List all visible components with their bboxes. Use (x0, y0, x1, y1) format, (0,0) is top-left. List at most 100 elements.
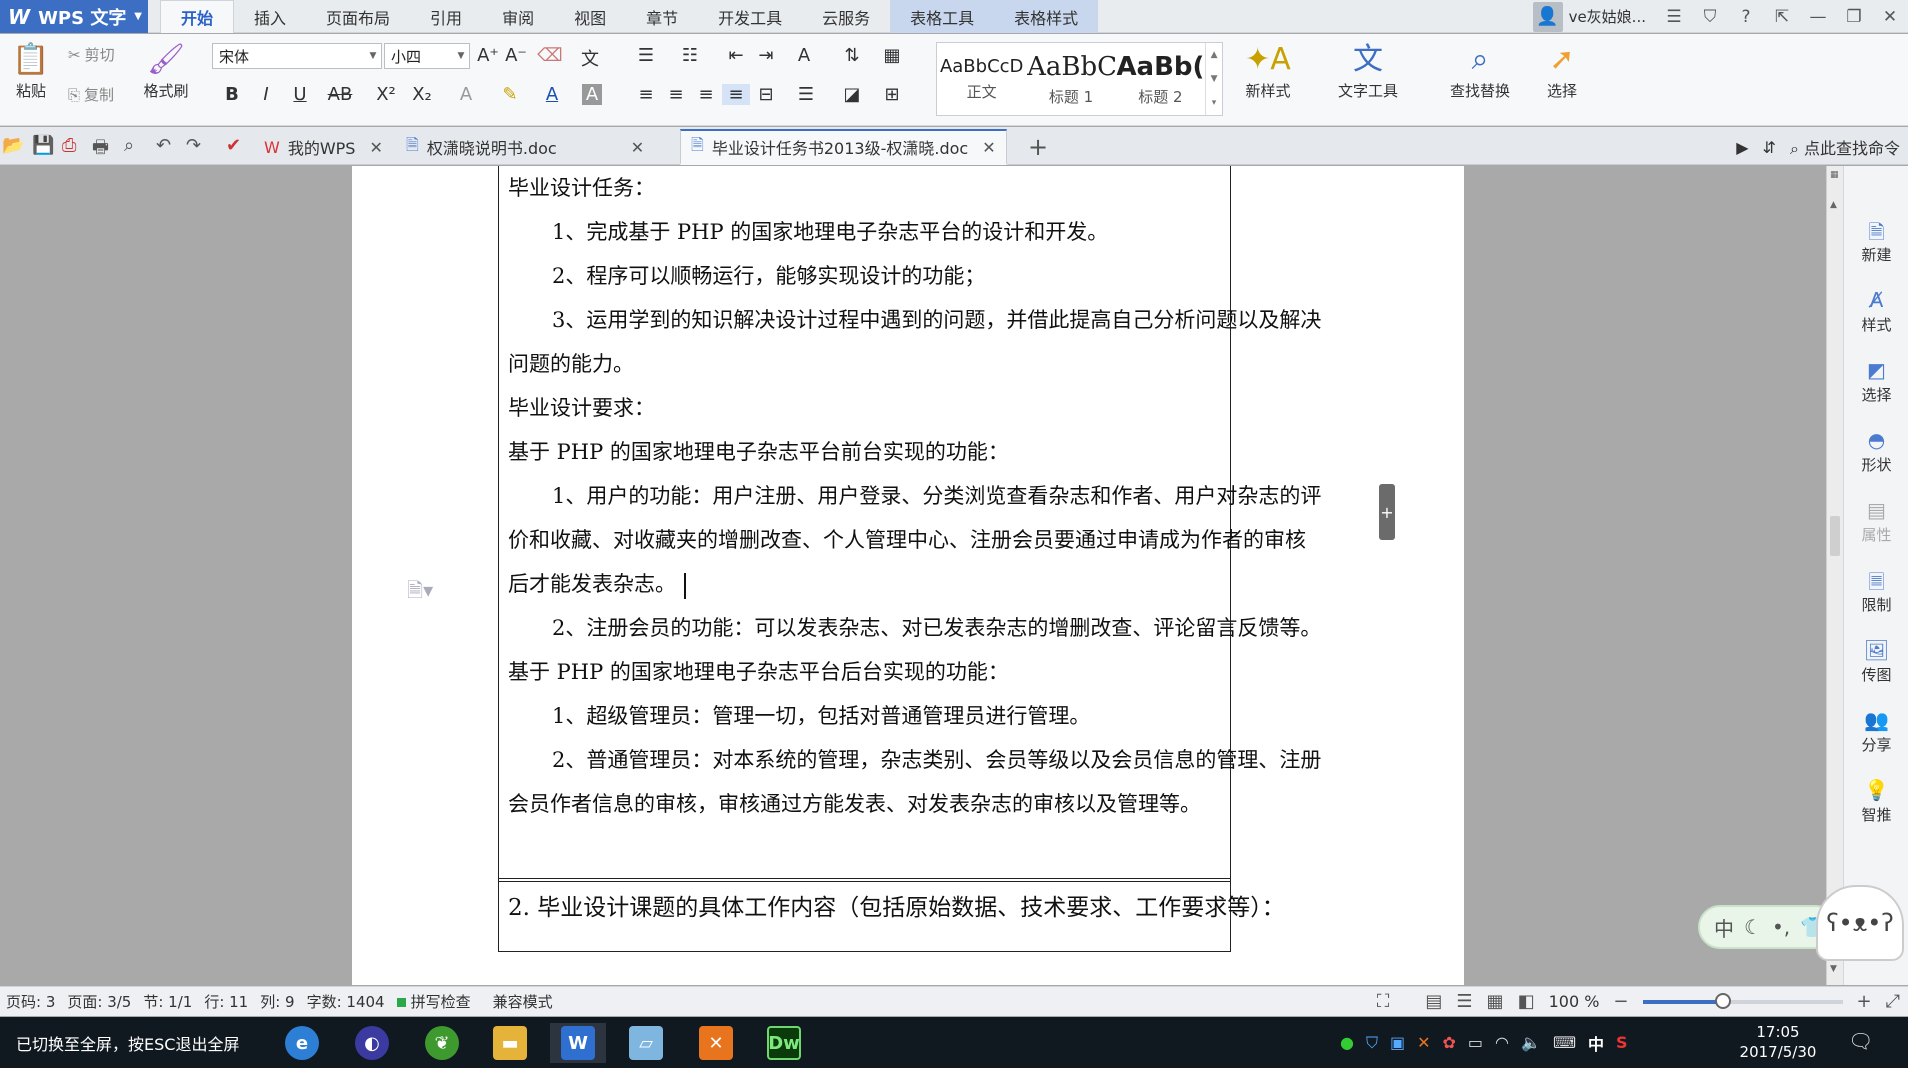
battery-icon[interactable]: ▭ (1468, 1033, 1483, 1052)
table-add-column-handle[interactable]: + (1379, 484, 1395, 540)
tab-my-wps[interactable]: W 我的WPS ✕ (254, 129, 393, 165)
command-search[interactable]: ⌕ 点此查找命令 (1790, 135, 1900, 159)
find-replace-button[interactable]: ⌕ 查找替换 (1438, 40, 1522, 101)
notification-center-icon[interactable]: 🗨 (1848, 1029, 1873, 1053)
font-name-select[interactable]: 宋体 ▼ (212, 43, 382, 69)
pane-share[interactable]: 👥 分享 (1844, 708, 1908, 755)
more-icon[interactable]: ▾ (1212, 98, 1217, 108)
xmind-tray-icon[interactable]: ✕ (1417, 1033, 1430, 1052)
menu-tab-table-tools[interactable]: 表格工具 (890, 0, 995, 33)
close-icon[interactable]: ✕ (369, 138, 382, 157)
menu-tab-developer[interactable]: 开发工具 (698, 0, 802, 33)
shield-icon[interactable]: ⛉ (1366, 1033, 1378, 1053)
fullscreen-view-icon[interactable]: ⛶ (1377, 991, 1390, 1012)
bold-icon[interactable]: B (218, 84, 246, 105)
zoom-slider[interactable] (1642, 992, 1843, 1009)
taskbar-eclipse[interactable]: ◐ (344, 1023, 400, 1063)
menu-tab-view[interactable]: 视图 (554, 0, 626, 33)
sogou-icon[interactable]: S (1616, 1033, 1628, 1052)
distribute-icon[interactable]: ⊟ (752, 84, 780, 105)
scroll-down-icon[interactable]: ▼ (1830, 964, 1837, 974)
open-folder-icon[interactable]: 📂 (2, 135, 24, 156)
paragraph-menu-icon[interactable]: 🗎▾ (407, 576, 433, 610)
redo-icon[interactable]: ↷ (186, 135, 201, 156)
volume-icon[interactable]: 🔈 (1521, 1033, 1541, 1052)
chevron-down-icon[interactable]: ▼ (1211, 74, 1218, 84)
pane-style[interactable]: A̸ 样式 (1844, 288, 1908, 335)
document-nav-icon[interactable]: ▶ (1736, 138, 1748, 157)
app-menu-button[interactable]: W WPS 文字 ▼ (0, 0, 148, 33)
fullscreen-icon[interactable]: ⇱ (1764, 0, 1800, 33)
menu-tab-references[interactable]: 引用 (410, 0, 482, 33)
export-pdf-icon[interactable]: ⎙ (62, 135, 76, 156)
tab-doc-manual[interactable]: 🗎 权潇晓说明书.doc ✕ (396, 129, 654, 165)
char-shading-icon[interactable]: A (582, 84, 602, 105)
text-effect-icon[interactable]: A (452, 84, 480, 105)
scroll-top-icon[interactable]: ▦ (1830, 170, 1839, 180)
status-spell-check[interactable]: 拼写检查 (391, 991, 477, 1012)
print-preview-icon[interactable]: ⌕ (124, 135, 134, 156)
menu-tab-table-style[interactable]: 表格样式 (994, 0, 1099, 33)
increase-indent-icon[interactable]: ⇥ (752, 45, 780, 66)
flower-icon[interactable]: ✿ (1443, 1033, 1456, 1052)
zoom-out-icon[interactable]: − (1613, 991, 1628, 1012)
menu-tab-chapter[interactable]: 章节 (626, 0, 698, 33)
superscript-icon[interactable]: X² (372, 84, 400, 105)
sort-icon[interactable]: ⇅ (838, 45, 866, 66)
taskbar-dreamweaver[interactable]: Dw (756, 1023, 812, 1063)
taskbar-explorer[interactable]: ▬ (482, 1023, 538, 1063)
minimize-icon[interactable]: — (1800, 0, 1836, 33)
undo-icon[interactable]: ↶ (156, 135, 171, 156)
paste-button[interactable]: 📋 粘贴 (6, 40, 56, 101)
pane-restrict[interactable]: 🗏 限制 (1844, 568, 1908, 615)
customize-icon[interactable]: ✔ (226, 135, 241, 156)
taskbar-clock[interactable]: 17:05 2017/5/30 (1728, 1022, 1828, 1062)
phonetic-icon[interactable]: 文 (576, 45, 604, 71)
outline-view-icon[interactable]: ☰ (1456, 991, 1472, 1012)
menu-tab-insert[interactable]: 插入 (234, 0, 306, 33)
chinese-layout-icon[interactable]: A (790, 45, 818, 66)
pane-properties[interactable]: ▤ 属性 (1844, 498, 1908, 545)
wifi-icon[interactable]: ◠ (1495, 1033, 1509, 1052)
user-name[interactable]: ve灰姑娘... (1569, 6, 1646, 27)
style-normal[interactable]: AaBbCcD 正文 (937, 43, 1026, 115)
style-heading2[interactable]: AaBb( 标题 2 (1116, 43, 1205, 115)
menu-tab-layout[interactable]: 页面布局 (306, 0, 410, 33)
new-tab-plus-icon[interactable]: + (1028, 133, 1048, 161)
pane-new[interactable]: 🗎 新建 (1844, 218, 1908, 265)
vertical-scrollbar[interactable]: ▦ ▲ ▼ (1826, 166, 1843, 985)
box-icon[interactable]: ▣ (1390, 1033, 1405, 1052)
text-tools-button[interactable]: 文 文字工具 (1326, 40, 1410, 101)
tab-doc-task[interactable]: 🗎 毕业设计任务书2013级-权潇晓.doc ✕ (680, 129, 1007, 165)
numbered-list-icon[interactable]: ☷ (676, 45, 704, 66)
taskbar-xmind[interactable]: ✕ (688, 1023, 744, 1063)
chevron-up-icon[interactable]: ▲ (1211, 50, 1218, 60)
line-spacing-icon[interactable]: ☰ (792, 84, 820, 105)
skin-icon[interactable]: ☰ (1656, 0, 1692, 33)
print-icon[interactable]: 🖶 (92, 135, 109, 165)
menu-tab-review[interactable]: 审阅 (482, 0, 554, 33)
ime-mode[interactable]: 中 (1714, 913, 1734, 942)
shirt-icon[interactable]: ⛉ (1692, 0, 1728, 33)
keyboard-icon[interactable]: ⌨ (1553, 1033, 1576, 1052)
close-icon[interactable]: ✕ (1872, 0, 1908, 33)
taskbar-wps[interactable]: W (550, 1023, 606, 1063)
align-center-icon[interactable]: ≡ (662, 84, 690, 105)
web-view-icon[interactable]: ▦ (1487, 991, 1504, 1012)
copy-button[interactable]: ⎘ 复制 (68, 84, 114, 105)
shading-icon[interactable]: ◪ (838, 84, 866, 105)
taskbar-notes[interactable]: ▱ (618, 1023, 674, 1063)
table-grid-icon[interactable]: ▦ (878, 45, 906, 66)
scroll-up-icon[interactable]: ▲ (1830, 200, 1837, 210)
format-painter-button[interactable]: 🖌 格式刷 (136, 40, 196, 101)
close-icon[interactable]: ✕ (982, 138, 995, 157)
page-view-icon[interactable]: ▤ (1425, 991, 1442, 1012)
subscript-icon[interactable]: X₂ (408, 84, 436, 105)
align-justify-icon[interactable]: ≡ (722, 84, 750, 105)
zoom-in-icon[interactable]: + (1857, 991, 1872, 1012)
taskbar-ie[interactable]: e (274, 1023, 330, 1063)
pane-select[interactable]: ◩ 选择 (1844, 358, 1908, 405)
style-heading1[interactable]: AaBbC 标题 1 (1026, 43, 1115, 115)
status-word-count[interactable]: 字数: 1404 (301, 991, 391, 1012)
moon-icon[interactable]: ☾ (1744, 915, 1762, 939)
